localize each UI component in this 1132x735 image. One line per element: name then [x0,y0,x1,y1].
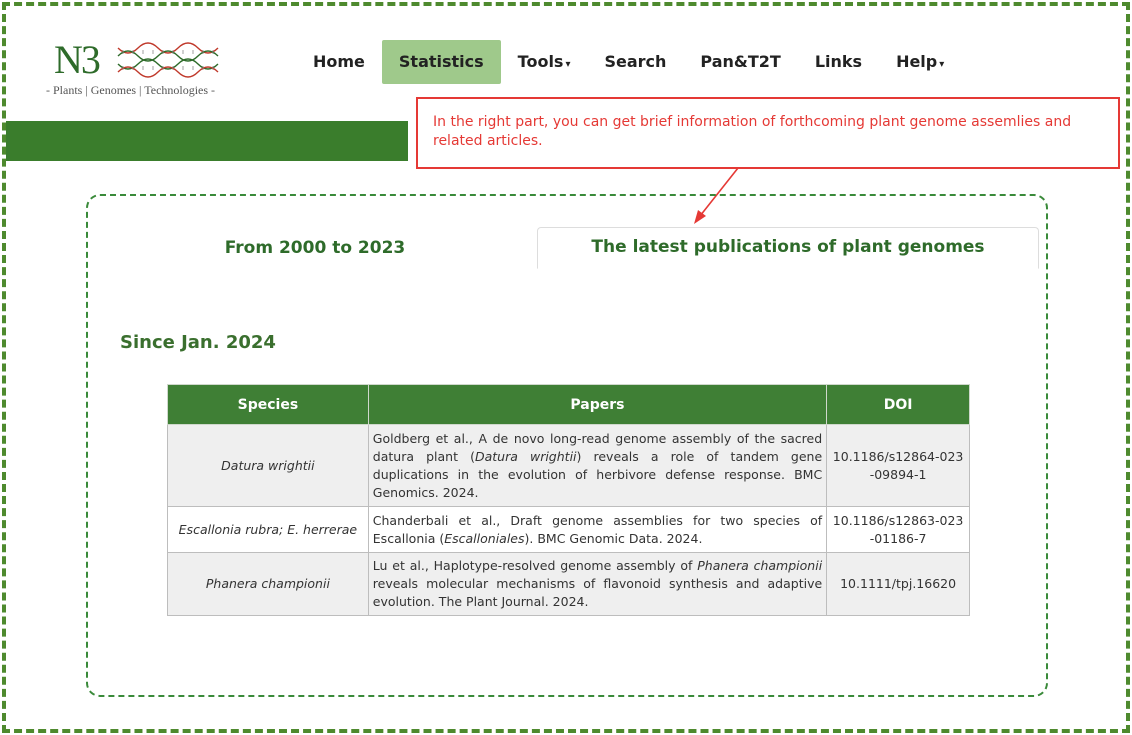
table-header-row: Species Papers DOI [167,384,970,425]
logo-mark: N3 [54,37,101,82]
header-papers: Papers [367,384,828,425]
nav-pan-t2t[interactable]: Pan&T2T [683,40,797,84]
nav-links[interactable]: Links [798,40,879,84]
paper-text: ). BMC Genomic Data. 2024. [524,530,703,546]
caret-down-icon: ▾ [939,59,945,70]
paper-italic-text: Phanera championii [697,558,823,573]
doi-link[interactable]: 10.1186/s12864-023-09894-1 [833,449,964,482]
paper-cell: Chanderbali et al., Draft genome assembl… [367,506,828,553]
paper-italic-text: Datura wrightii [474,448,577,464]
nav-home[interactable]: Home [296,40,382,84]
nav-help-label: Help [896,52,938,71]
doi-cell[interactable]: 10.1111/tpj.16620 [826,552,970,616]
header-green-bar [6,121,408,161]
nav-links-label: Links [814,52,863,71]
tab-latest-publications[interactable]: The latest publications of plant genomes [537,227,1039,269]
tab-2000-2023-label: From 2000 to 2023 [224,238,406,258]
annotation-callout: In the right part, you can get brief inf… [416,97,1120,169]
doi-cell[interactable]: 10.1186/s12863-023-01186-7 [826,506,970,553]
doi-cell[interactable]: 10.1186/s12864-023-09894-1 [826,424,970,507]
paper-cell: Goldberg et al., A de novo long-read gen… [367,424,828,507]
nav-search-label: Search [604,52,667,71]
species-cell: Escallonia rubra; E. herrerae [167,506,369,553]
section-title: Since Jan. 2024 [120,332,276,353]
doi-link[interactable]: 10.1111/tpj.16620 [840,576,956,591]
tab-2000-2023[interactable]: From 2000 to 2023 [142,237,488,267]
header-doi: DOI [826,384,970,425]
paper-cell: Lu et al., Haplotype-resolved genome ass… [367,552,828,616]
header-species: Species [167,384,369,425]
nav-pan-t2t-label: Pan&T2T [700,52,781,71]
paper-text: reveals molecular mechanisms of flavonoi… [372,576,823,609]
table-row: Escallonia rubra; E. herrerae Chanderbal… [167,506,970,553]
annotation-callout-text: In the right part, you can get brief inf… [433,114,1072,149]
paper-italic-text: Escalloniales [444,530,525,546]
table-row: Phanera championii Lu et al., Haplotype-… [167,552,970,616]
nav-home-label: Home [313,52,365,71]
publications-table: Species Papers DOI Datura wrightii Goldb… [167,384,970,616]
nav-help[interactable]: Help ▾ [879,40,961,84]
nav-tools-label: Tools [517,52,564,71]
nav-tools[interactable]: Tools ▾ [501,40,588,84]
dna-helix-icon [117,42,219,78]
species-cell: Datura wrightii [167,424,369,507]
nav-statistics-label: Statistics [398,52,484,71]
tab-latest-publications-label: The latest publications of plant genomes [591,237,985,257]
logo-tagline: - Plants | Genomes | Technologies - [46,83,216,97]
doi-link[interactable]: 10.1186/s12863-023-01186-7 [833,513,964,546]
table-row: Datura wrightii Goldberg et al., A de no… [167,424,970,507]
caret-down-icon: ▾ [565,59,571,70]
nav-search[interactable]: Search [587,40,683,84]
nav-statistics[interactable]: Statistics [381,40,501,84]
main-nav: Home Statistics Tools ▾ Search Pan&T2T Li… [296,40,961,84]
paper-text: Lu et al., Haplotype-resolved genome ass… [372,558,698,573]
species-cell: Phanera championii [167,552,369,616]
site-logo[interactable]: N3 - Plants | Genomes | Technologies - [46,40,236,102]
